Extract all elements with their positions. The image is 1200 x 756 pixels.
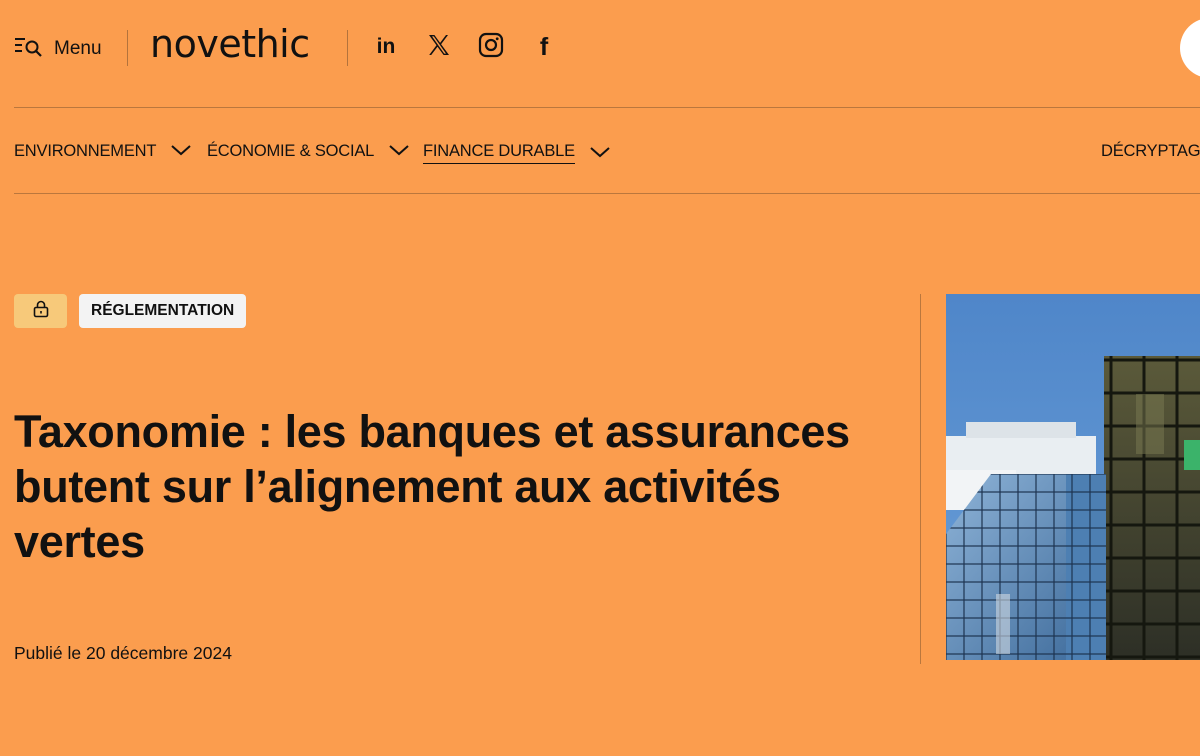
account-button[interactable] <box>1180 18 1200 78</box>
divider <box>127 30 128 66</box>
nav-label: DÉCRYPTAGE <box>1101 142 1200 160</box>
menu-label: Menu <box>54 37 102 59</box>
linkedin-icon: in <box>376 35 396 58</box>
menu-search-icon <box>14 34 44 63</box>
chevron-down-icon <box>589 144 611 163</box>
nav-label: FINANCE DURABLE <box>423 142 575 164</box>
facebook-icon: f <box>539 32 549 61</box>
facebook-link[interactable]: f <box>529 32 559 62</box>
nav-item-economie-social[interactable]: ÉCONOMIE & SOCIAL <box>207 142 410 161</box>
nav-label: ENVIRONNEMENT <box>14 142 157 160</box>
site-header: Menu novethic in f <box>0 0 1200 108</box>
divider <box>347 30 348 66</box>
menu-button[interactable]: Menu <box>14 34 102 63</box>
category-badge[interactable]: RÉGLEMENTATION <box>79 294 247 328</box>
publish-date: Publié le 20 décembre 2024 <box>14 643 232 663</box>
site-logo[interactable]: novethic <box>150 22 310 66</box>
lock-icon <box>31 299 51 324</box>
chevron-down-icon <box>170 142 192 161</box>
premium-lock-badge <box>14 294 67 328</box>
nav-label: ÉCONOMIE & SOCIAL <box>207 142 375 160</box>
instagram-link[interactable] <box>476 32 506 62</box>
instagram-icon <box>478 32 504 63</box>
hero-image <box>946 294 1200 660</box>
nav-item-environnement[interactable]: ENVIRONNEMENT <box>14 142 192 161</box>
chevron-down-icon <box>388 142 410 161</box>
column-divider <box>920 294 921 664</box>
nav-item-finance-durable[interactable]: FINANCE DURABLE <box>423 142 611 164</box>
article-title: Taxonomie : les banques et assurances bu… <box>14 406 850 567</box>
x-icon <box>427 33 451 62</box>
x-link[interactable] <box>424 32 454 62</box>
header-divider <box>14 107 1200 108</box>
nav-item-decryptage[interactable]: DÉCRYPTAGE <box>1101 142 1200 161</box>
nav-divider <box>14 193 1200 194</box>
linkedin-link[interactable]: in <box>371 32 401 62</box>
